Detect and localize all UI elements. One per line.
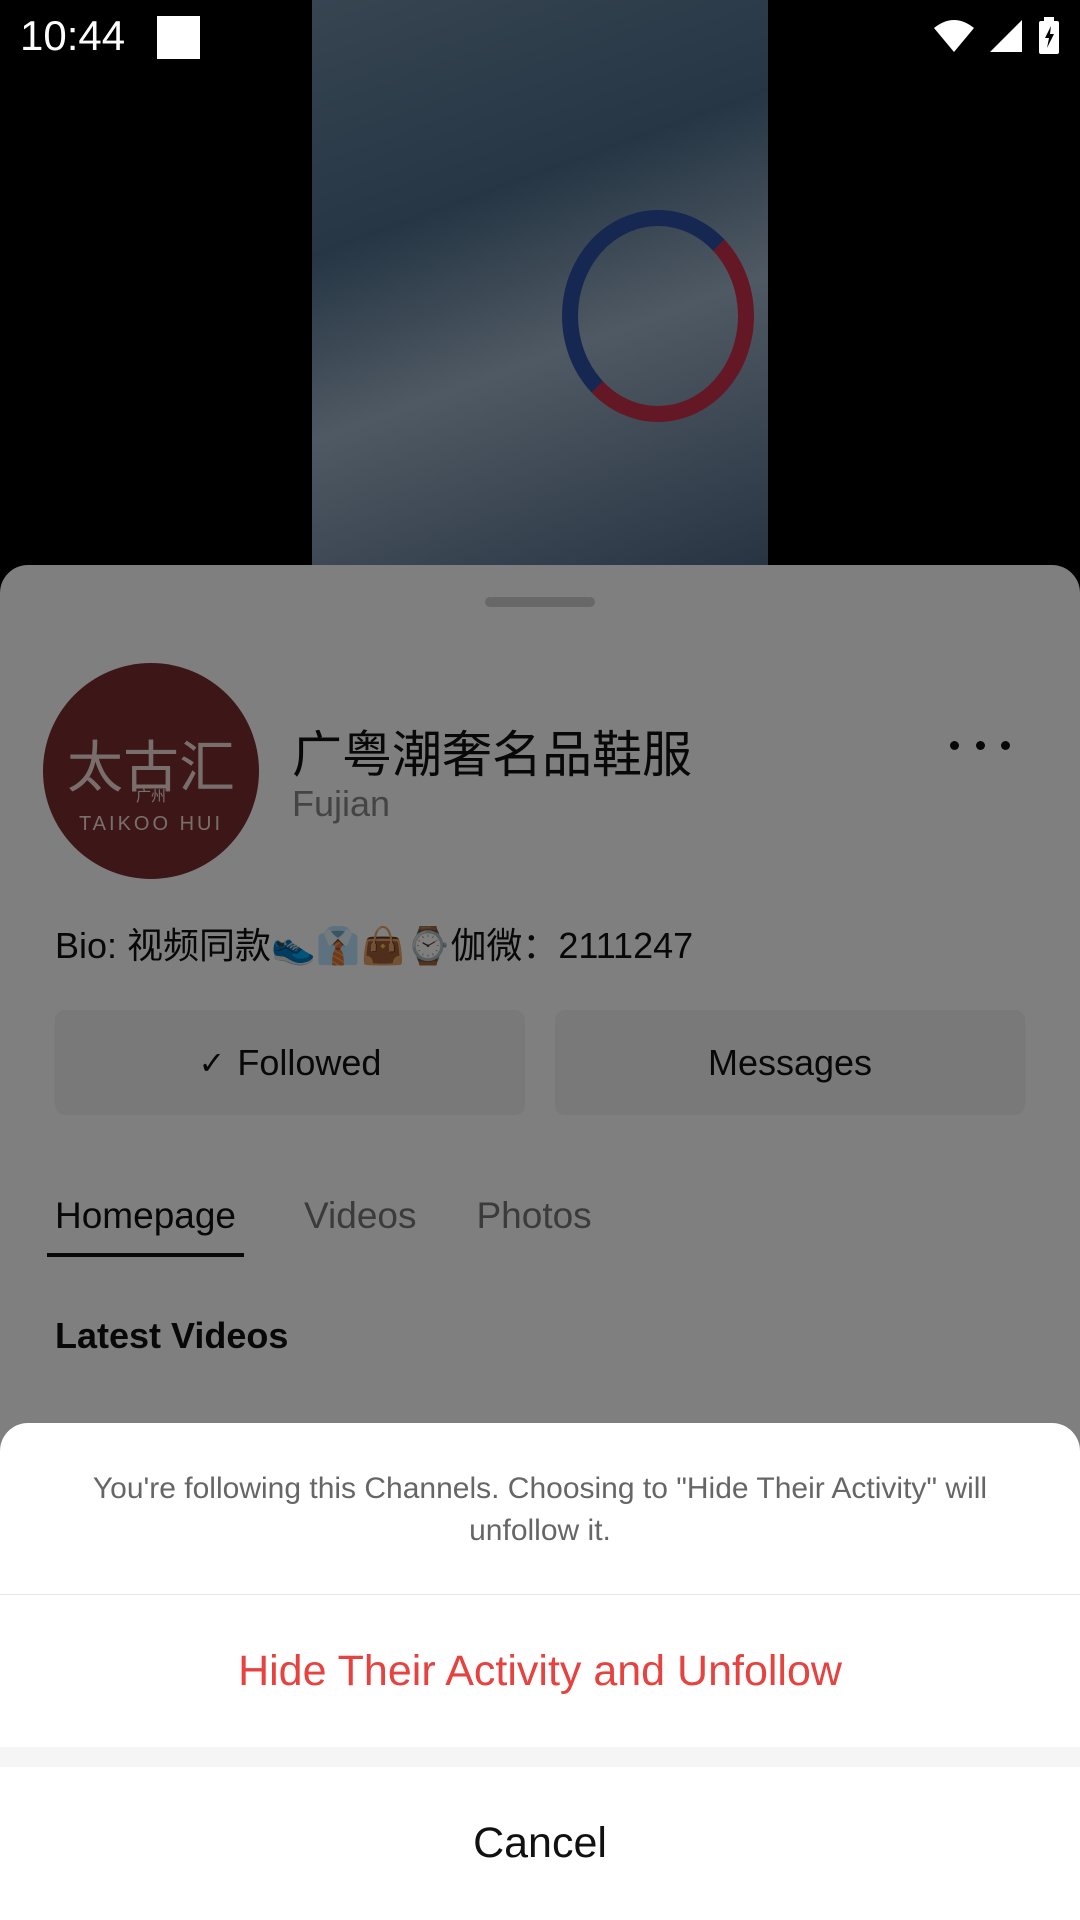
- status-time: 10:44: [20, 12, 126, 59]
- section-gap: [0, 1747, 1080, 1767]
- notification-icon: [157, 16, 200, 59]
- signal-icon: [990, 20, 1022, 52]
- wifi-icon: [934, 20, 974, 52]
- status-bar: 10:44: [0, 0, 1080, 75]
- cancel-button[interactable]: Cancel: [0, 1767, 1080, 1920]
- action-sheet-description: You're following this Channels. Choosing…: [92, 1472, 988, 1547]
- hide-and-unfollow-button[interactable]: Hide Their Activity and Unfollow: [0, 1595, 1080, 1747]
- battery-icon: [1039, 17, 1059, 54]
- status-icons: [932, 16, 1062, 56]
- action-sheet: You're following this Channels. Choosing…: [0, 1423, 1080, 1920]
